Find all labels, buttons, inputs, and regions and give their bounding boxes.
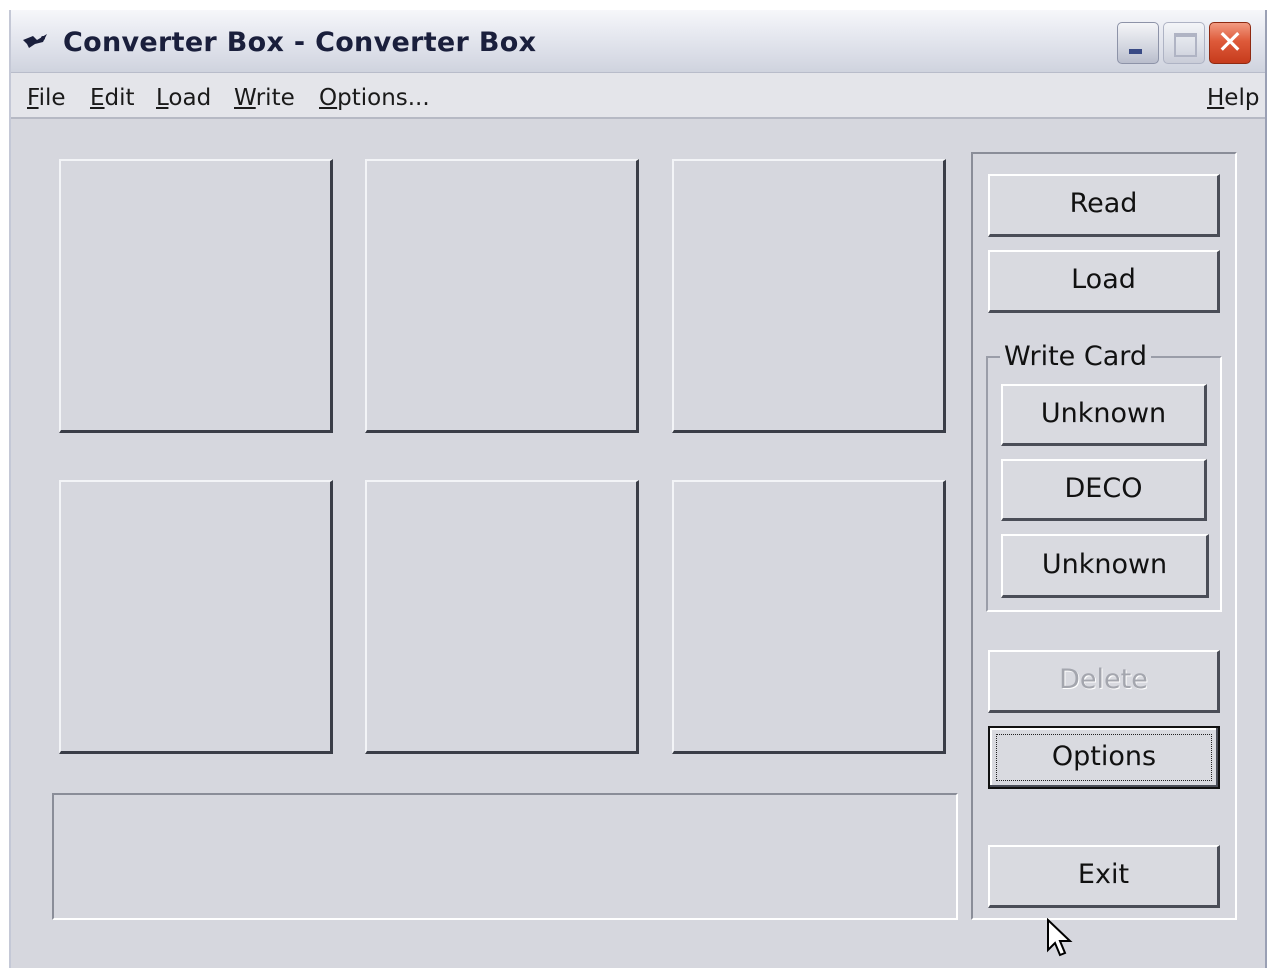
focus-ring [996, 734, 1212, 781]
card-panel-3[interactable] [672, 159, 946, 433]
write-unknown-label-1: Unknown [1040, 398, 1167, 429]
card-panel-2[interactable] [365, 159, 639, 433]
window-title: Converter Box - Converter Box [63, 27, 537, 58]
close-icon[interactable]: ✕ [1209, 22, 1251, 64]
menu-write[interactable]: Write [234, 85, 295, 111]
menu-help[interactable]: Help [1207, 85, 1259, 111]
card-panel-6[interactable] [672, 480, 946, 754]
write-card-label: Write Card [1000, 341, 1152, 372]
card-panel-1[interactable] [59, 159, 333, 433]
write-unknown-label-2: Unknown [1041, 549, 1168, 580]
load-button-label: Load [1071, 264, 1136, 295]
mouse-cursor-icon [1047, 918, 1073, 957]
delete-button[interactable]: Delete [988, 650, 1220, 713]
menu-file[interactable]: File [27, 85, 66, 111]
write-deco-label: DECO [1064, 473, 1143, 504]
read-button[interactable]: Read [988, 174, 1220, 237]
write-unknown-button-1[interactable]: Unknown [1001, 384, 1207, 446]
status-box [52, 793, 958, 920]
app-icon [23, 34, 47, 48]
title-bar[interactable]: Converter Box - Converter Box ✕ [11, 10, 1265, 73]
maximize-icon[interactable] [1163, 22, 1205, 64]
card-panel-4[interactable] [59, 480, 333, 754]
exit-button[interactable]: Exit [988, 845, 1220, 908]
converter-box-window: Converter Box - Converter Box ✕ File Edi… [9, 10, 1267, 968]
menu-edit[interactable]: Edit [90, 85, 135, 111]
menu-options[interactable]: Options... [319, 85, 430, 111]
minimize-icon[interactable] [1117, 22, 1159, 64]
load-button[interactable]: Load [988, 250, 1220, 313]
read-button-label: Read [1069, 188, 1138, 219]
exit-button-label: Exit [1077, 859, 1130, 890]
delete-button-label: Delete [1059, 664, 1148, 695]
write-deco-button[interactable]: DECO [1001, 459, 1207, 521]
menu-bar: File Edit Load Write Options... Help [11, 73, 1265, 119]
menu-load[interactable]: Load [156, 85, 211, 111]
write-unknown-button-2[interactable]: Unknown [1001, 534, 1209, 598]
card-panel-5[interactable] [365, 480, 639, 754]
options-button[interactable]: Options [988, 726, 1220, 789]
